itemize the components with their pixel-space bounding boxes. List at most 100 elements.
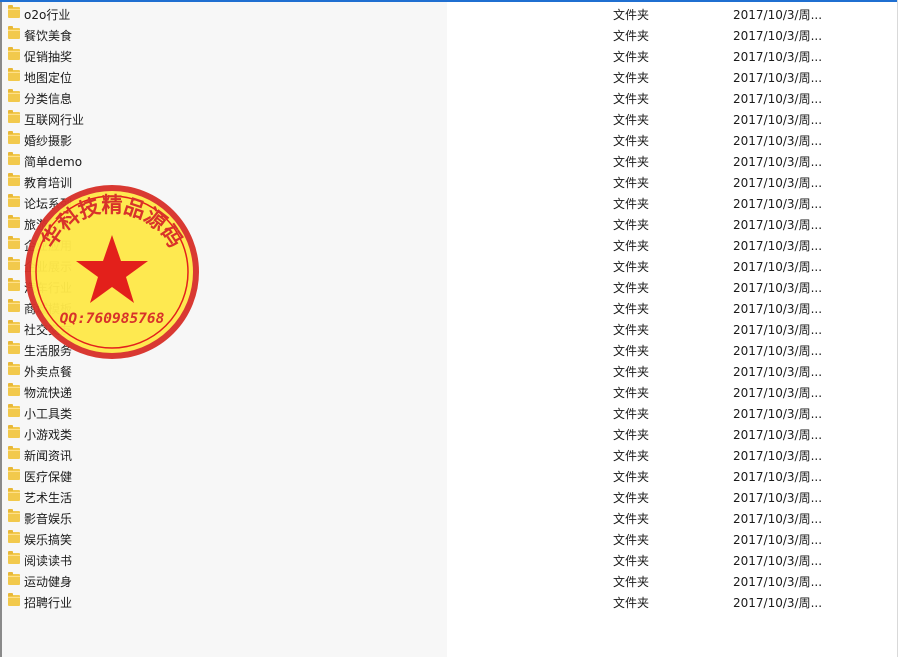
file-row[interactable]: 小游戏类 文件夹 2017/10/3/周...	[0, 423, 897, 444]
file-type: 文件夹	[613, 302, 650, 316]
file-row[interactable]: 论坛系列 文件夹 2017/10/3/周...	[0, 192, 897, 213]
folder-icon	[8, 425, 20, 438]
file-date-modified: 2017/10/3/周...	[733, 281, 823, 295]
file-type: 文件夹	[613, 491, 650, 505]
file-row[interactable]: 分类信息 文件夹 2017/10/3/周...	[0, 87, 897, 108]
folder-icon	[8, 488, 20, 501]
file-name: 餐饮美食	[24, 29, 73, 43]
file-row[interactable]: 地图定位 文件夹 2017/10/3/周...	[0, 66, 897, 87]
file-row[interactable]: 企业展示 文件夹 2017/10/3/周...	[0, 255, 897, 276]
folder-icon	[8, 26, 20, 39]
file-row[interactable]: 互联网行业 文件夹 2017/10/3/周...	[0, 108, 897, 129]
file-date-modified: 2017/10/3/周...	[733, 29, 823, 43]
file-type: 文件夹	[613, 50, 650, 64]
file-date-modified: 2017/10/3/周...	[733, 113, 823, 127]
file-type: 文件夹	[613, 29, 650, 43]
file-type: 文件夹	[613, 407, 650, 421]
file-row[interactable]: 招聘行业 文件夹 2017/10/3/周...	[0, 591, 897, 612]
file-date-modified: 2017/10/3/周...	[733, 8, 823, 22]
file-type: 文件夹	[613, 428, 650, 442]
file-name: 互联网行业	[24, 113, 85, 127]
file-name: 娱乐搞笑	[24, 533, 73, 547]
file-row[interactable]: 促销抽奖 文件夹 2017/10/3/周...	[0, 45, 897, 66]
file-date-modified: 2017/10/3/周...	[733, 323, 823, 337]
folder-icon	[8, 404, 20, 417]
file-row[interactable]: 阅读读书 文件夹 2017/10/3/周...	[0, 549, 897, 570]
file-type: 文件夹	[613, 134, 650, 148]
file-date-modified: 2017/10/3/周...	[733, 512, 823, 526]
folder-icon	[8, 110, 20, 123]
file-type: 文件夹	[613, 512, 650, 526]
file-list: o2o行业 文件夹 2017/10/3/周... 餐饮美食 文件夹 2017/10/3/周…	[0, 3, 897, 612]
file-type: 文件夹	[613, 533, 650, 547]
folder-icon	[8, 215, 20, 228]
file-name: 物流快递	[24, 386, 73, 400]
file-row[interactable]: 商城模板 文件夹 2017/10/3/周...	[0, 297, 897, 318]
file-row[interactable]: 运动健身 文件夹 2017/10/3/周...	[0, 570, 897, 591]
file-name: 地图定位	[24, 71, 73, 85]
file-type: 文件夹	[613, 71, 650, 85]
file-name: 小游戏类	[24, 428, 73, 442]
folder-icon	[8, 152, 20, 165]
file-type: 文件夹	[613, 596, 650, 610]
file-date-modified: 2017/10/3/周...	[733, 449, 823, 463]
file-row[interactable]: 医疗保健 文件夹 2017/10/3/周...	[0, 465, 897, 486]
file-row[interactable]: 物流快递 文件夹 2017/10/3/周...	[0, 381, 897, 402]
folder-icon	[8, 530, 20, 543]
file-name: 婚纱摄影	[24, 134, 73, 148]
file-type: 文件夹	[613, 281, 650, 295]
file-type: 文件夹	[613, 197, 650, 211]
file-type: 文件夹	[613, 8, 650, 22]
file-name: 商城模板	[24, 302, 73, 316]
file-row[interactable]: 艺术生活 文件夹 2017/10/3/周...	[0, 486, 897, 507]
folder-icon	[8, 131, 20, 144]
file-date-modified: 2017/10/3/周...	[733, 197, 823, 211]
file-row[interactable]: 社交交友 文件夹 2017/10/3/周...	[0, 318, 897, 339]
file-name: 促销抽奖	[24, 50, 73, 64]
file-row[interactable]: 外卖点餐 文件夹 2017/10/3/周...	[0, 360, 897, 381]
file-date-modified: 2017/10/3/周...	[733, 596, 823, 610]
folder-icon	[8, 236, 20, 249]
file-row[interactable]: 新闻资讯 文件夹 2017/10/3/周...	[0, 444, 897, 465]
file-row[interactable]: 影音娱乐 文件夹 2017/10/3/周...	[0, 507, 897, 528]
file-row[interactable]: 旅游行业 文件夹 2017/10/3/周...	[0, 213, 897, 234]
file-date-modified: 2017/10/3/周...	[733, 491, 823, 505]
file-row[interactable]: 汽车行业 文件夹 2017/10/3/周...	[0, 276, 897, 297]
file-type: 文件夹	[613, 386, 650, 400]
folder-icon	[8, 383, 20, 396]
file-date-modified: 2017/10/3/周...	[733, 155, 823, 169]
file-type: 文件夹	[613, 92, 650, 106]
folder-icon	[8, 299, 20, 312]
file-name: 外卖点餐	[24, 365, 73, 379]
file-row[interactable]: 餐饮美食 文件夹 2017/10/3/周...	[0, 24, 897, 45]
file-row[interactable]: o2o行业 文件夹 2017/10/3/周...	[0, 3, 897, 24]
file-name: 运动健身	[24, 575, 73, 589]
file-type: 文件夹	[613, 239, 650, 253]
file-date-modified: 2017/10/3/周...	[733, 302, 823, 316]
file-row[interactable]: 简单demo 文件夹 2017/10/3/周...	[0, 150, 897, 171]
file-date-modified: 2017/10/3/周...	[733, 386, 823, 400]
folder-icon	[8, 89, 20, 102]
file-row[interactable]: 婚纱摄影 文件夹 2017/10/3/周...	[0, 129, 897, 150]
folder-icon	[8, 467, 20, 480]
file-name: 阅读读书	[24, 554, 73, 568]
file-date-modified: 2017/10/3/周...	[733, 407, 823, 421]
file-date-modified: 2017/10/3/周...	[733, 428, 823, 442]
file-row[interactable]: 生活服务 文件夹 2017/10/3/周...	[0, 339, 897, 360]
file-date-modified: 2017/10/3/周...	[733, 176, 823, 190]
file-date-modified: 2017/10/3/周...	[733, 533, 823, 547]
file-type: 文件夹	[613, 575, 650, 589]
file-row[interactable]: 企业应用 文件夹 2017/10/3/周...	[0, 234, 897, 255]
folder-icon	[8, 362, 20, 375]
file-row[interactable]: 教育培训 文件夹 2017/10/3/周...	[0, 171, 897, 192]
file-name: 企业展示	[24, 260, 73, 274]
folder-icon	[8, 173, 20, 186]
file-date-modified: 2017/10/3/周...	[733, 239, 823, 253]
folder-icon	[8, 551, 20, 564]
file-type: 文件夹	[613, 323, 650, 337]
file-row[interactable]: 娱乐搞笑 文件夹 2017/10/3/周...	[0, 528, 897, 549]
file-type: 文件夹	[613, 113, 650, 127]
file-name: 生活服务	[24, 344, 73, 358]
file-type: 文件夹	[613, 344, 650, 358]
file-row[interactable]: 小工具类 文件夹 2017/10/3/周...	[0, 402, 897, 423]
